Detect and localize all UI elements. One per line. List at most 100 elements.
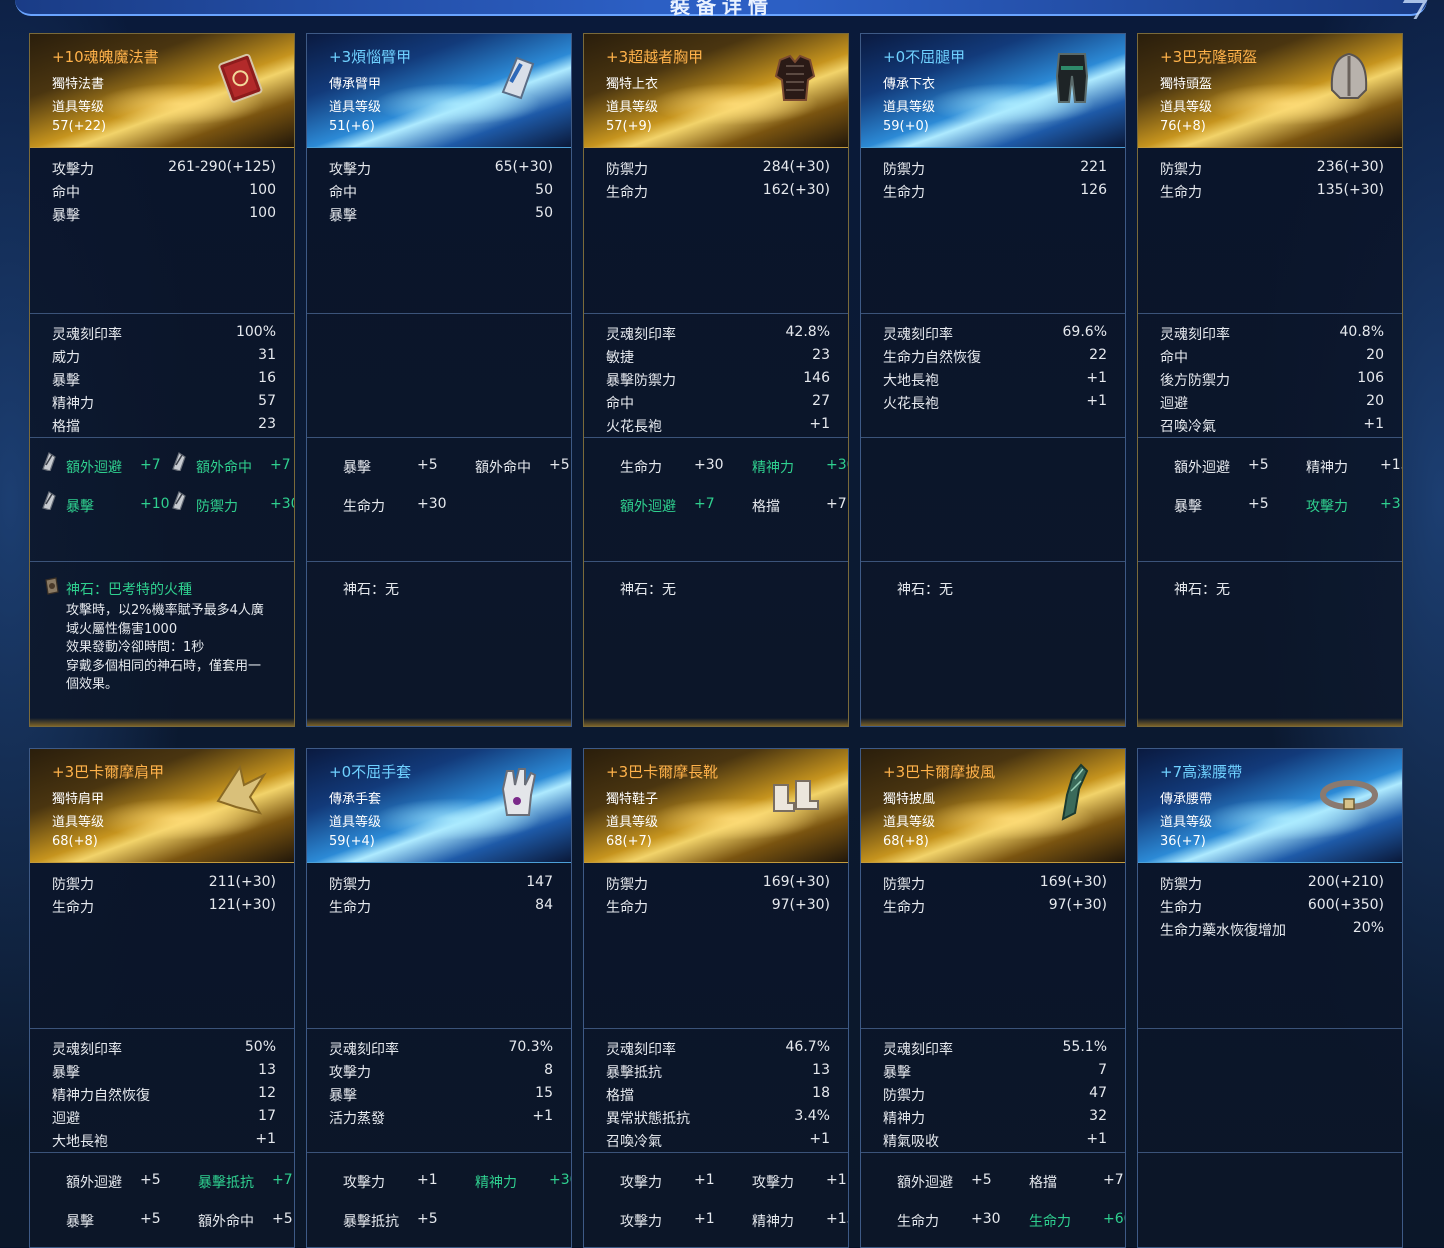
item-name: +0不屈手套: [329, 763, 412, 781]
stat-name: 防禦力: [1160, 162, 1202, 178]
section-divider: [307, 1152, 571, 1153]
stat-value: 211(+30): [208, 874, 276, 890]
equipment-card[interactable]: +3超越者胸甲 獨特上衣 道具等级 57(+9) 防禦力 284(+30) 生命力 162(+…: [583, 33, 849, 727]
soul-stat-row: 灵魂刻印率 46.7%: [606, 1039, 830, 1059]
base-stat-row: 生命力 121(+30): [52, 897, 276, 917]
stat-value: 20: [1366, 347, 1384, 363]
bonus-stat-value: +5: [272, 1211, 293, 1227]
stat-value: 40.8%: [1339, 324, 1384, 340]
bonus-stat-name: 生命力: [620, 460, 662, 476]
stat-value: 200(+210): [1307, 874, 1384, 890]
enchant-chain-icon: [40, 451, 58, 472]
equipment-card[interactable]: +3煩惱臂甲 傳承臂甲 道具等级 51(+6) 攻擊力 65(+30) 命中 50 暴擊 50 暴擊…: [306, 33, 572, 727]
section-divider: [1138, 437, 1402, 438]
card-header: +0不屈腿甲 傳承下衣 道具等级 59(+0): [861, 34, 1125, 148]
bonus-stat-name: 額外命中: [196, 460, 252, 476]
item-grade: 傳承手套: [329, 792, 382, 807]
bonus-stat-name: 精神力: [1306, 460, 1348, 476]
stat-name: 灵魂刻印率: [606, 1042, 676, 1058]
bonus-stat-value: +30: [270, 496, 294, 512]
stat-value: 8: [544, 1062, 553, 1078]
item-name: +3巴卡爾摩長靴: [606, 763, 719, 781]
equipment-card[interactable]: +3巴卡爾摩肩甲 獨特肩甲 道具等级 68(+8) 防禦力 211(+30) 生命力 121(…: [29, 748, 295, 1248]
base-stat-row: 生命力 97(+30): [606, 897, 830, 917]
item-grade: 獨特法書: [52, 77, 105, 92]
bonus-stat-value: +7: [272, 1172, 293, 1188]
stat-name: 暴擊抵抗: [606, 1065, 662, 1081]
stat-value: 84: [535, 897, 553, 913]
stat-name: 精神力: [883, 1111, 925, 1127]
stat-value: 169(+30): [762, 874, 830, 890]
stat-value: 42.8%: [785, 324, 830, 340]
soul-stat-row: 召喚冷氣 +1: [606, 1131, 830, 1151]
stat-name: 生命力: [606, 185, 648, 201]
bonus-stat-value: +3: [1380, 496, 1401, 512]
bonus-stat-value: +5: [417, 457, 438, 473]
stat-name: 生命力: [606, 900, 648, 916]
stat-name: 敏捷: [606, 350, 634, 366]
item-grade: 傳承腰帶: [1160, 792, 1213, 807]
stat-value: +1: [1086, 393, 1107, 409]
stat-value: 47: [1089, 1085, 1107, 1101]
shoulder-armor-icon: [210, 761, 272, 823]
god-stone-title: 神石：巴考特的火種: [66, 582, 192, 598]
belt-icon: [1318, 761, 1380, 823]
item-level: 59(+4): [329, 834, 375, 849]
stat-value: 50: [535, 205, 553, 221]
soul-stat-row: 暴擊 16: [52, 370, 276, 390]
stat-name: 灵魂刻印率: [606, 327, 676, 343]
god-stone-description: 域火屬性傷害1000: [66, 621, 178, 637]
bonus-stat-value: +7: [1103, 1172, 1124, 1188]
bonus-stat-name: 格擋: [1029, 1175, 1057, 1191]
equipment-card[interactable]: +3巴卡爾摩長靴 獨特鞋子 道具等级 68(+7) 防禦力 169(+30) 生命力 97(+…: [583, 748, 849, 1248]
bonus-stat-value: +1: [826, 1172, 847, 1188]
stat-value: 31: [258, 347, 276, 363]
stat-value: 70.3%: [508, 1039, 553, 1055]
equipment-card[interactable]: +10魂魄魔法書 獨特法書 道具等级 57(+22) 攻擊力 261-290(+125) 命…: [29, 33, 295, 727]
stat-value: 3.4%: [794, 1108, 830, 1124]
bonus-stat-value: +1: [694, 1172, 715, 1188]
equipment-card[interactable]: +3巴克隆頭盔 獨特頭盔 道具等级 76(+8) 防禦力 236(+30) 生命力 135(+…: [1137, 33, 1403, 727]
item-level: 36(+7): [1160, 834, 1206, 849]
stat-name: 防禦力: [883, 1088, 925, 1104]
stat-name: 生命力: [1160, 900, 1202, 916]
section-divider: [861, 437, 1125, 438]
bonus-stat-name: 生命力: [343, 499, 385, 515]
equipment-card[interactable]: +3巴卡爾摩披風 獨特披風 道具等级 68(+8) 防禦力 169(+30) 生命力 97(+…: [860, 748, 1126, 1248]
base-stat-row: 防禦力 169(+30): [606, 874, 830, 894]
item-grade: 獨特肩甲: [52, 792, 105, 807]
item-level-label: 道具等级: [1160, 815, 1213, 830]
soul-stat-row: 暴擊 7: [883, 1062, 1107, 1082]
soul-stat-row: 灵魂刻印率 40.8%: [1160, 324, 1384, 344]
card-bottom-edge: [30, 718, 294, 726]
equipment-card[interactable]: +0不屈手套 傳承手套 道具等级 59(+4) 防禦力 147 生命力 84 灵魂刻印率 70.3…: [306, 748, 572, 1248]
soul-stat-row: 灵魂刻印率 100%: [52, 324, 276, 344]
item-grade: 傳承下衣: [883, 77, 936, 92]
item-level-label: 道具等级: [606, 100, 659, 115]
bonus-stat-name: 精神力: [752, 460, 794, 476]
equipment-card[interactable]: +7高潔腰帶 傳承腰帶 道具等级 36(+7) 防禦力 200(+210) 生命力 600(+…: [1137, 748, 1403, 1248]
bonus-stat-name: 額外命中: [198, 1214, 254, 1230]
stat-value: 100: [249, 205, 276, 221]
stat-name: 生命力: [52, 900, 94, 916]
stat-name: 攻擊力: [329, 1065, 371, 1081]
stat-name: 灵魂刻印率: [883, 327, 953, 343]
bonus-stat-value: +5: [1248, 496, 1269, 512]
section-divider: [1138, 561, 1402, 562]
equipment-card[interactable]: +0不屈腿甲 傳承下衣 道具等级 59(+0) 防禦力 221 生命力 126 灵魂刻印率 69.…: [860, 33, 1126, 727]
section-divider: [861, 313, 1125, 314]
bonus-stat-value: +60: [1103, 1211, 1125, 1227]
stat-name: 灵魂刻印率: [52, 1042, 122, 1058]
stat-value: 27: [812, 393, 830, 409]
god-stone-none: 神石：无: [897, 582, 953, 598]
soul-stat-row: 迴避 20: [1160, 393, 1384, 413]
stat-value: 22: [1089, 347, 1107, 363]
bonus-stat-name: 暴擊: [343, 460, 371, 476]
stat-value: 23: [258, 416, 276, 432]
bonus-stat-name: 額外迴避: [66, 460, 122, 476]
section-divider: [307, 561, 571, 562]
enchant-chain-icon: [170, 451, 188, 472]
base-stat-row: 命中 50: [329, 182, 553, 202]
item-level-label: 道具等级: [883, 815, 936, 830]
bonus-stat-value: +10: [140, 496, 170, 512]
